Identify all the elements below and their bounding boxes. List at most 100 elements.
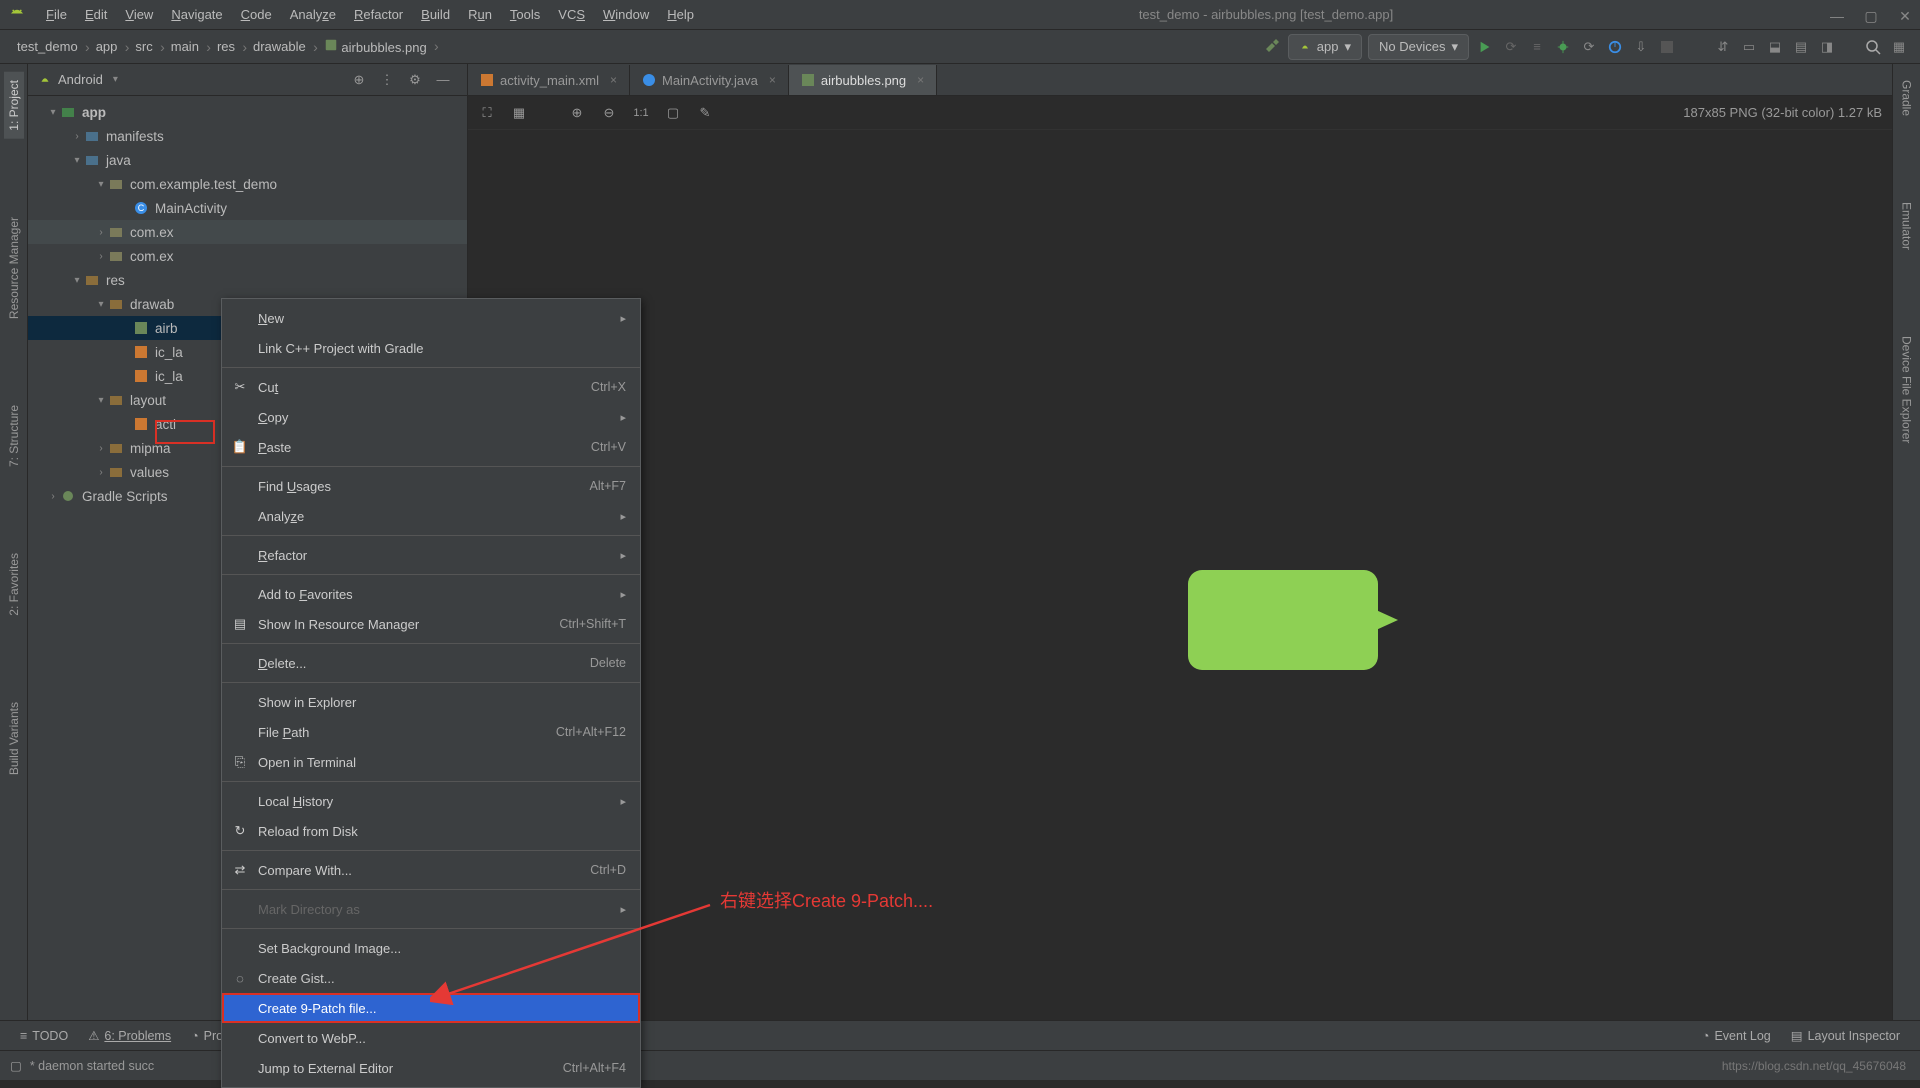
minimize-button[interactable]: — — [1830, 8, 1844, 22]
tree-item-java[interactable]: ▾java — [28, 148, 467, 172]
zoom-in-icon[interactable]: ⊕ — [568, 104, 586, 122]
ctx-set-background-image[interactable]: Set Background Image... — [222, 933, 640, 963]
ctx-reload-from-disk[interactable]: ↻Reload from Disk — [222, 816, 640, 846]
bottom-tab-layout-inspector[interactable]: ▤ Layout Inspector — [1781, 1025, 1910, 1046]
tab-activity-main-xml[interactable]: activity_main.xml× — [468, 65, 630, 95]
profile-icon[interactable] — [1606, 38, 1624, 56]
run-icon[interactable] — [1476, 38, 1494, 56]
ctx-paste[interactable]: 📋PasteCtrl+V — [222, 432, 640, 462]
right-tab-device-file-explorer[interactable]: Device File Explorer — [1897, 328, 1917, 451]
bottom-tab-problems[interactable]: ⚠ 6: Problems — [78, 1025, 181, 1046]
image-canvas[interactable] — [468, 130, 1892, 1020]
zoom-label[interactable]: 1:1 — [632, 104, 650, 122]
bottom-tab-todo[interactable]: ≡ TODO — [10, 1026, 78, 1046]
debug-icon[interactable] — [1554, 38, 1572, 56]
tree-item-package-main[interactable]: ▾com.example.test_demo — [28, 172, 467, 196]
ctx-jump-to-external-editor[interactable]: Jump to External EditorCtrl+Alt+F4 — [222, 1053, 640, 1083]
ctx-create-9-patch-file[interactable]: Create 9-Patch file... — [222, 993, 640, 1023]
expand-all-icon[interactable]: ⋮ — [378, 71, 396, 89]
ctx-cut[interactable]: ✂CutCtrl+X — [222, 372, 640, 402]
menu-help[interactable]: Help — [659, 3, 702, 26]
fit-window-icon[interactable]: ⛶ — [478, 104, 496, 122]
coverage-icon[interactable]: ⟳ — [1580, 38, 1598, 56]
tree-item-res[interactable]: ▾res — [28, 268, 467, 292]
breadcrumb-file[interactable]: airbubbles.png — [315, 35, 436, 58]
menu-navigate[interactable]: Navigate — [163, 3, 230, 26]
checkerboard-icon[interactable]: ▢ — [664, 104, 682, 122]
menu-run[interactable]: Run — [460, 3, 500, 26]
panel-hide-icon[interactable]: — — [434, 71, 452, 89]
tree-item-mainactivity[interactable]: CMainActivity — [28, 196, 467, 220]
breadcrumb-src[interactable]: src — [126, 36, 161, 57]
menu-file[interactable]: File — [38, 3, 75, 26]
left-tab-resource-manager[interactable]: Resource Manager — [4, 209, 24, 327]
ctx-analyze[interactable]: Analyze▸ — [222, 501, 640, 531]
stop-icon[interactable] — [1658, 38, 1676, 56]
ctx-find-usages[interactable]: Find UsagesAlt+F7 — [222, 471, 640, 501]
ctx-open-in-terminal[interactable]: ⎘Open in Terminal — [222, 747, 640, 777]
tree-item-package-androidtest[interactable]: ›com.ex — [28, 220, 467, 244]
ctx-delete[interactable]: Delete...Delete — [222, 648, 640, 678]
search-everywhere-icon[interactable] — [1864, 38, 1882, 56]
menu-window[interactable]: Window — [595, 3, 657, 26]
left-tab-project[interactable]: 1: Project — [4, 72, 24, 139]
ctx-compare-with[interactable]: ⇄Compare With...Ctrl+D — [222, 855, 640, 885]
close-icon[interactable]: × — [769, 73, 776, 87]
grid-icon[interactable]: ▦ — [510, 104, 528, 122]
bottom-tab-event-log[interactable]: ◔ Event Log — [1692, 1026, 1781, 1046]
breadcrumb-res[interactable]: res — [208, 36, 244, 57]
ctx-show-in-resource-manager[interactable]: ▤Show In Resource ManagerCtrl+Shift+T — [222, 609, 640, 639]
ctx-link-c-project-with-gradle[interactable]: Link C++ Project with Gradle — [222, 333, 640, 363]
tree-item-manifests[interactable]: ›manifests — [28, 124, 467, 148]
tree-item-app[interactable]: ▾app — [28, 100, 467, 124]
breadcrumb-project[interactable]: test_demo — [8, 36, 87, 57]
breadcrumb-app[interactable]: app — [87, 36, 127, 57]
menu-code[interactable]: Code — [233, 3, 280, 26]
ctx-refactor[interactable]: Refactor▸ — [222, 540, 640, 570]
build-hammer-icon[interactable] — [1263, 38, 1281, 56]
structure-icon[interactable]: ◨ — [1818, 38, 1836, 56]
tab-airbubbles-png[interactable]: airbubbles.png× — [789, 65, 937, 95]
sdk-icon[interactable]: ⬓ — [1766, 38, 1784, 56]
maximize-button[interactable]: ▢ — [1864, 8, 1878, 22]
avd-icon[interactable]: ▭ — [1740, 38, 1758, 56]
right-tab-gradle[interactable]: Gradle — [1897, 72, 1917, 124]
close-icon[interactable]: × — [610, 73, 617, 87]
breadcrumb-main[interactable]: main — [162, 36, 208, 57]
ctx-create-gist[interactable]: ◌Create Gist... — [222, 963, 640, 993]
project-view-selector[interactable]: Android — [38, 72, 118, 87]
ctx-show-in-explorer[interactable]: Show in Explorer — [222, 687, 640, 717]
settings-icon[interactable]: ▦ — [1890, 38, 1908, 56]
close-icon[interactable]: × — [917, 73, 924, 87]
tab-mainactivity-java[interactable]: MainActivity.java× — [630, 65, 789, 95]
ctx-copy[interactable]: Copy▸ — [222, 402, 640, 432]
menu-analyze[interactable]: Analyze — [282, 3, 344, 26]
close-button[interactable]: ✕ — [1898, 8, 1912, 22]
zoom-out-icon[interactable]: ⊖ — [600, 104, 618, 122]
menu-edit[interactable]: Edit — [77, 3, 115, 26]
eyedropper-icon[interactable]: ✎ — [696, 104, 714, 122]
panel-settings-icon[interactable]: ⚙ — [406, 71, 424, 89]
ctx-local-history[interactable]: Local History▸ — [222, 786, 640, 816]
ctx-new[interactable]: New▸ — [222, 303, 640, 333]
select-opened-file-icon[interactable]: ⊕ — [350, 71, 368, 89]
menu-refactor[interactable]: Refactor — [346, 3, 411, 26]
apply-changes-icon[interactable]: ⟳ — [1502, 38, 1520, 56]
ctx-file-path[interactable]: File PathCtrl+Alt+F12 — [222, 717, 640, 747]
apply-code-icon[interactable]: ≡ — [1528, 38, 1546, 56]
left-tab-build-variants[interactable]: Build Variants — [4, 694, 24, 783]
left-tab-structure[interactable]: 7: Structure — [4, 397, 24, 475]
menu-build[interactable]: Build — [413, 3, 458, 26]
menu-vcs[interactable]: VCS — [550, 3, 593, 26]
menu-tools[interactable]: Tools — [502, 3, 548, 26]
menu-view[interactable]: View — [117, 3, 161, 26]
tree-item-package-test[interactable]: ›com.ex — [28, 244, 467, 268]
breadcrumb-drawable[interactable]: drawable — [244, 36, 315, 57]
attach-debugger-icon[interactable]: ⇩ — [1632, 38, 1650, 56]
resource-manager-icon[interactable]: ▤ — [1792, 38, 1810, 56]
ctx-convert-to-webp[interactable]: Convert to WebP... — [222, 1023, 640, 1053]
ctx-add-to-favorites[interactable]: Add to Favorites▸ — [222, 579, 640, 609]
left-tab-favorites[interactable]: 2: Favorites — [4, 545, 24, 624]
device-selector[interactable]: No Devices ▾ — [1368, 34, 1469, 60]
right-tab-emulator[interactable]: Emulator — [1897, 194, 1917, 258]
